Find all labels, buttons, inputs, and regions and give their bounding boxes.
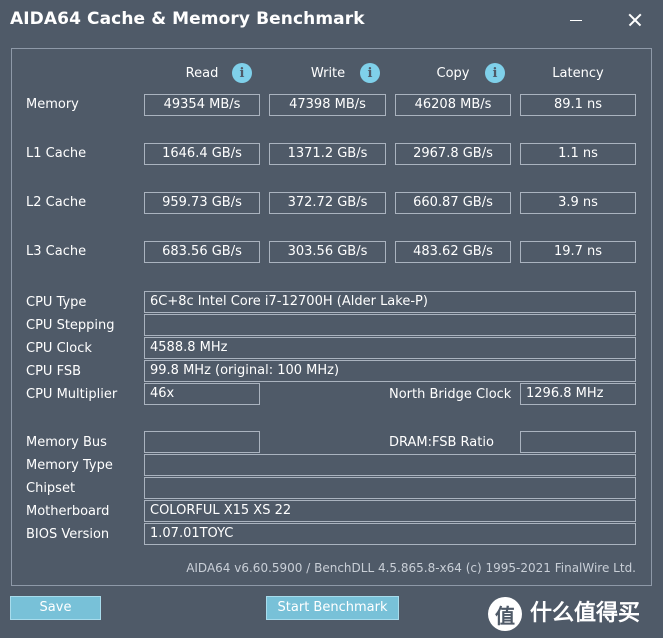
row-label-l2: L2 Cache	[26, 195, 87, 210]
cpu-fsb-value: 99.8 MHz (original: 100 MHz)	[144, 360, 636, 382]
title-bar: AIDA64 Cache & Memory Benchmark	[0, 0, 663, 40]
memory-read-value: 49354 MB/s	[144, 94, 260, 116]
row-label-l3: L3 Cache	[26, 244, 87, 259]
memory-copy-value: 46208 MB/s	[395, 94, 511, 116]
copy-info-icon[interactable]: i	[485, 63, 505, 83]
memory-bus-label: Memory Bus	[26, 435, 107, 450]
motherboard-label: Motherboard	[26, 504, 110, 519]
window-title: AIDA64 Cache & Memory Benchmark	[10, 9, 365, 29]
cpu-fsb-label: CPU FSB	[26, 364, 81, 379]
motherboard-value: COLORFUL X15 XS 22	[144, 500, 636, 522]
l3-copy-value: 483.62 GB/s	[395, 241, 511, 263]
watermark-logo: 值 什么值得买	[488, 590, 663, 638]
bios-version-value: 1.07.01TOYC	[144, 523, 636, 545]
l1-latency-value: 1.1 ns	[520, 143, 636, 165]
bios-version-label: BIOS Version	[26, 527, 110, 542]
nb-clock-label: North Bridge Clock	[389, 387, 512, 402]
chipset-label: Chipset	[26, 481, 76, 496]
cpu-type-value: 6C+8c Intel Core i7-12700H (Alder Lake-P…	[144, 291, 636, 313]
cpu-stepping-value	[144, 314, 636, 336]
cpu-multiplier-value: 46x	[144, 383, 260, 405]
header-write: Write	[310, 66, 346, 81]
l2-write-value: 372.72 GB/s	[269, 192, 386, 214]
header-copy: Copy	[436, 66, 470, 81]
l2-latency-value: 3.9 ns	[520, 192, 636, 214]
close-button[interactable]	[623, 9, 647, 31]
memory-type-label: Memory Type	[26, 458, 113, 473]
watermark-icon: 值	[488, 597, 522, 631]
write-info-icon[interactable]: i	[360, 63, 380, 83]
cpu-clock-label: CPU Clock	[26, 341, 92, 356]
save-button[interactable]: Save	[10, 596, 101, 620]
minimize-button[interactable]	[564, 9, 588, 31]
header-read: Read	[185, 66, 219, 81]
minimize-icon	[570, 20, 582, 21]
dram-fsb-value	[520, 431, 636, 453]
cpu-clock-value: 4588.8 MHz	[144, 337, 636, 359]
l2-read-value: 959.73 GB/s	[144, 192, 260, 214]
dram-fsb-label: DRAM:FSB Ratio	[389, 435, 494, 450]
l3-latency-value: 19.7 ns	[520, 241, 636, 263]
l2-copy-value: 660.87 GB/s	[395, 192, 511, 214]
memory-write-value: 47398 MB/s	[269, 94, 386, 116]
l3-read-value: 683.56 GB/s	[144, 241, 260, 263]
start-benchmark-button[interactable]: Start Benchmark	[266, 596, 399, 620]
memory-bus-value	[144, 431, 260, 453]
l3-write-value: 303.56 GB/s	[269, 241, 386, 263]
read-info-icon[interactable]: i	[232, 63, 252, 83]
watermark-text: 什么值得买	[530, 601, 641, 626]
chipset-value	[144, 477, 636, 499]
nb-clock-value: 1296.8 MHz	[520, 383, 636, 405]
cpu-multiplier-label: CPU Multiplier	[26, 387, 118, 402]
cpu-stepping-label: CPU Stepping	[26, 318, 115, 333]
l1-write-value: 1371.2 GB/s	[269, 143, 386, 165]
row-label-l1: L1 Cache	[26, 146, 87, 161]
l1-read-value: 1646.4 GB/s	[144, 143, 260, 165]
cpu-type-label: CPU Type	[26, 295, 87, 310]
header-latency: Latency	[552, 66, 604, 81]
memory-type-value	[144, 454, 636, 476]
memory-latency-value: 89.1 ns	[520, 94, 636, 116]
row-label-memory: Memory	[26, 97, 79, 112]
copyright-footer: AIDA64 v6.60.5900 / BenchDLL 4.5.865.8-x…	[186, 561, 636, 575]
l1-copy-value: 2967.8 GB/s	[395, 143, 511, 165]
